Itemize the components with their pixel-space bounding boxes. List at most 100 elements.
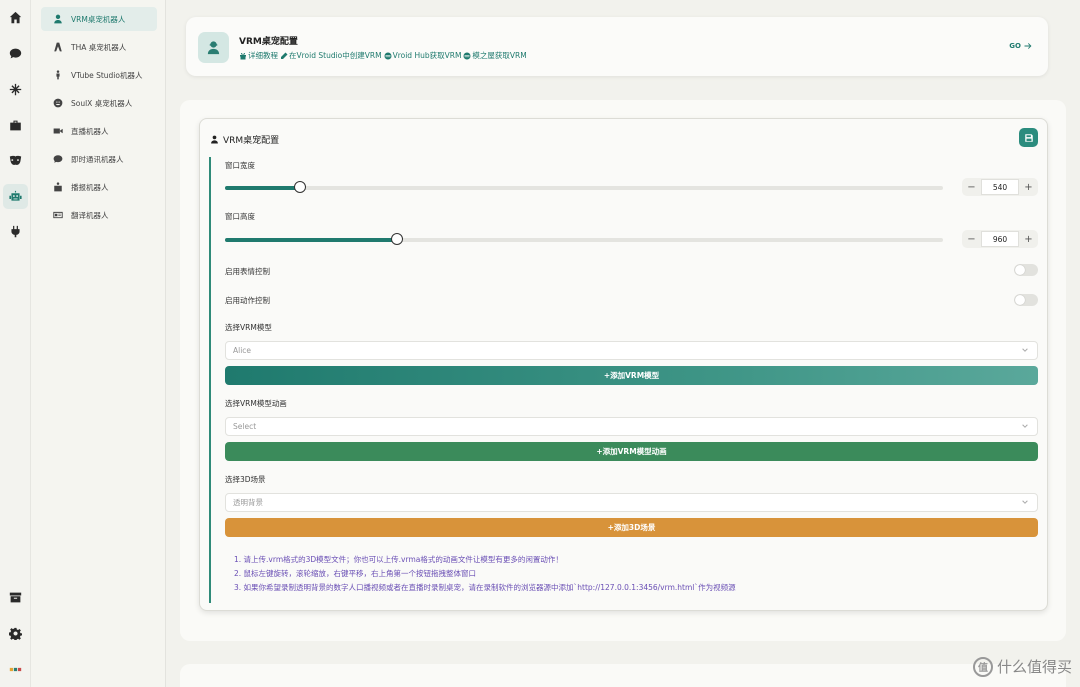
watermark-text: 什么值得买 (996, 658, 1072, 676)
user-icon (52, 13, 64, 25)
save-button[interactable] (1019, 128, 1038, 147)
note-item: 1. 请上传.vrm格式的3D模型文件；你也可以上传.vrma格式的动画文件让模… (234, 555, 563, 564)
user-tie-icon (211, 135, 218, 144)
go-button[interactable]: GO (1009, 42, 1032, 50)
save-icon (1024, 133, 1033, 142)
model-select[interactable]: Alice (225, 341, 1038, 360)
modelhouse-link-label: 模之屋获取VRM (472, 51, 527, 60)
robot-icon[interactable] (3, 184, 28, 209)
width-slider[interactable] (225, 181, 943, 193)
height-decrement-button[interactable]: − (962, 230, 981, 248)
gift-icon (240, 52, 246, 59)
toolbox-icon[interactable] (7, 117, 24, 134)
motion-label: 启用动作控制 (225, 296, 270, 305)
height-slider-thumb[interactable] (391, 233, 404, 245)
home-icon[interactable] (7, 9, 24, 26)
tutorial-link[interactable]: 详细教程 (239, 50, 278, 61)
globe-icon (384, 52, 392, 59)
page-title: VRM桌宠配置 (239, 37, 298, 47)
anim-select-placeholder: Select (233, 422, 257, 431)
vroid-hub-link[interactable]: Vroid Hub获取VRM (384, 50, 461, 61)
width-input[interactable]: 540 (981, 179, 1019, 195)
header-card: VRM桌宠配置 详细教程 在Vroid Studio中创建VRM Vroid H… (186, 17, 1048, 76)
motion-toggle[interactable] (1014, 294, 1038, 306)
arrow-right-icon (1024, 43, 1032, 49)
pencil-icon (281, 52, 288, 59)
sidebar-item-label: 翻译机器人 (71, 210, 109, 220)
chat-icon[interactable] (7, 45, 24, 62)
sidebar-item-live[interactable]: 直播机器人 (41, 119, 157, 143)
header-links: 详细教程 在Vroid Studio中创建VRM Vroid Hub获取VRM … (239, 50, 527, 61)
vroid-studio-link[interactable]: 在Vroid Studio中创建VRM (280, 50, 382, 61)
width-slider-fill (225, 186, 301, 190)
sidebar-item-vrm[interactable]: VRM桌宠机器人 (41, 7, 157, 31)
scene-select[interactable]: 透明背景 (225, 493, 1038, 512)
add-vrm-animation-button[interactable]: +添加VRM模型动画 (225, 442, 1038, 461)
width-decrement-button[interactable]: − (962, 178, 981, 196)
width-label: 窗口宽度 (225, 161, 255, 170)
sidebar-item-label: SoulX 桌宠机器人 (71, 98, 133, 108)
sidebar-item-soulx[interactable]: SoulX 桌宠机器人 (41, 91, 157, 115)
next-section-card (180, 664, 1066, 687)
sub-sidebar: VRM桌宠机器人 THA 桌宠机器人 VTube Studio机器人 SoulX… (31, 0, 166, 687)
note-item: 2. 鼠标左键旋转，滚轮缩放，右键平移，右上角第一个按钮拖拽整体窗口 (234, 569, 477, 578)
go-label: GO (1009, 42, 1021, 50)
height-stepper[interactable]: − 960 + (962, 230, 1038, 248)
main-content: VRM桌宠配置 详细教程 在Vroid Studio中创建VRM Vroid H… (166, 0, 1080, 687)
anim-label: 选择VRM模型动画 (225, 399, 287, 408)
smile-icon (52, 97, 64, 109)
toggle-knob (1015, 295, 1025, 305)
video-icon (52, 125, 64, 137)
expression-toggle[interactable] (1014, 264, 1038, 276)
height-increment-button[interactable]: + (1019, 230, 1038, 248)
tutorial-link-label: 详细教程 (248, 51, 278, 60)
expression-label: 启用表情控制 (225, 267, 270, 276)
archive-icon[interactable] (7, 589, 24, 606)
config-container: VRM桌宠配置 窗口宽度 − 540 + 窗口高度 − 960 + 启用表情控制… (180, 100, 1066, 641)
modelhouse-link[interactable]: 模之屋获取VRM (463, 50, 527, 61)
model-label: 选择VRM模型 (225, 323, 272, 332)
watermark-logo: 值 (972, 656, 993, 677)
panel-title: VRM桌宠配置 (210, 133, 279, 146)
sidebar-item-label: THA 桌宠机器人 (71, 42, 127, 52)
reader-icon (52, 181, 64, 193)
id-card-icon (52, 209, 64, 221)
app-logo-icon[interactable] (7, 661, 24, 678)
sidebar-item-label: 即时通讯机器人 (71, 154, 124, 164)
scene-select-value: 透明背景 (233, 498, 263, 507)
scene-label: 选择3D场景 (225, 475, 266, 484)
mask-icon[interactable] (7, 152, 24, 169)
usage-notes: 1. 请上传.vrm格式的3D模型文件；你也可以上传.vrma格式的动画文件让模… (234, 553, 736, 595)
plug-icon[interactable] (7, 223, 24, 240)
add-3d-scene-button[interactable]: +添加3D场景 (225, 518, 1038, 537)
sidebar-item-vtube[interactable]: VTube Studio机器人 (41, 63, 157, 87)
gear-icon[interactable] (7, 625, 24, 642)
ribbon-icon (52, 41, 64, 53)
add-vrm-model-button[interactable]: +添加VRM模型 (225, 366, 1038, 385)
chevron-down-icon (1021, 498, 1029, 506)
width-stepper[interactable]: − 540 + (962, 178, 1038, 196)
icon-rail (0, 0, 31, 687)
chat-icon (52, 153, 64, 165)
sidebar-item-label: 直播机器人 (71, 126, 109, 136)
panel-title-text: VRM桌宠配置 (223, 136, 280, 146)
avatar-icon (198, 32, 229, 63)
width-increment-button[interactable]: + (1019, 178, 1038, 196)
sidebar-item-translate[interactable]: 翻译机器人 (41, 203, 157, 227)
sidebar-item-im[interactable]: 即时通讯机器人 (41, 147, 157, 171)
sidebar-item-broadcast[interactable]: 播报机器人 (41, 175, 157, 199)
sidebar-item-tha[interactable]: THA 桌宠机器人 (41, 35, 157, 59)
sidebar-item-label: VRM桌宠机器人 (71, 14, 126, 24)
width-slider-thumb[interactable] (294, 181, 307, 193)
section-divider (209, 157, 211, 603)
sidebar-item-label: VTube Studio机器人 (71, 70, 143, 80)
anim-select[interactable]: Select (225, 417, 1038, 436)
snowflake-icon[interactable] (7, 81, 24, 98)
height-input[interactable]: 960 (981, 231, 1019, 247)
height-slider[interactable] (225, 233, 943, 245)
note-item: 3. 如果你希望录制透明背景的数字人口播视频或者在直播时录制桌宠，请在录制软件的… (234, 583, 736, 592)
person-icon (52, 69, 64, 81)
chevron-down-icon (1021, 422, 1029, 430)
toggle-knob (1015, 265, 1025, 275)
model-select-value: Alice (233, 346, 252, 355)
